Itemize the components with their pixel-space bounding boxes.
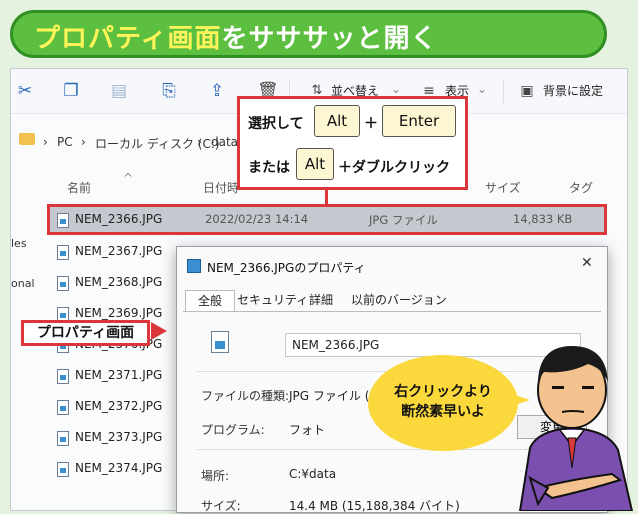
image-file-icon — [57, 369, 69, 384]
image-file-icon — [57, 276, 69, 291]
table-row[interactable]: NEM_2366.JPG 2022/02/23 14:14 JPG ファイル 1… — [47, 204, 607, 235]
banner-highlight: プロパティ画面 — [34, 24, 222, 54]
shortcut-hint-callout: 選択して Alt ＋ Enter または Alt ＋ダブルクリック — [237, 96, 468, 190]
chevron-down-icon: ⌄ — [391, 82, 402, 96]
column-header-tag[interactable]: タグ — [569, 179, 593, 196]
file-size: 14,833 KB — [513, 212, 573, 226]
cut-icon[interactable]: ✂ — [15, 81, 35, 101]
file-type: JPG ファイル — [369, 213, 438, 227]
column-header-name[interactable]: 名前 — [67, 179, 91, 196]
bubble-line: 断然素早いよ — [401, 404, 485, 420]
file-name: NEM_2369.JPG — [75, 306, 163, 320]
file-name: NEM_2367.JPG — [75, 244, 163, 258]
dialog-title: NEM_2366.JPGのプロパティ — [207, 261, 366, 275]
tab-details[interactable]: 詳細 — [305, 290, 337, 310]
speech-bubble-text: 右クリックより 断然素早いよ — [376, 382, 510, 422]
bubble-line: 右クリックより — [394, 384, 492, 400]
breadcrumb-folder[interactable]: data — [211, 135, 238, 149]
callout-connector — [325, 190, 328, 204]
program-value: フォト — [289, 423, 326, 437]
paste-icon[interactable]: ▤ — [109, 81, 129, 101]
file-name: NEM_2373.JPG — [75, 430, 163, 444]
enter-key: Enter — [382, 105, 456, 137]
nav-pane-fragment[interactable]: onal — [11, 277, 35, 290]
tab-divider — [183, 311, 601, 312]
filename-value: NEM_2366.JPG — [292, 338, 380, 352]
size-value: 14.4 MB (15,188,384 バイト) — [289, 499, 460, 513]
close-icon[interactable]: ✕ — [581, 255, 593, 271]
size-label: サイズ: — [201, 499, 241, 513]
nav-pane-fragment[interactable]: les — [11, 237, 27, 250]
breadcrumb-separator: › — [197, 135, 202, 149]
hint-select-text: 選択して — [248, 116, 304, 132]
background-icon[interactable]: ▣ — [517, 81, 537, 101]
file-name: NEM_2368.JPG — [75, 275, 163, 289]
file-name: NEM_2372.JPG — [75, 399, 163, 413]
image-file-icon — [57, 213, 69, 228]
sort-chevron-icon: ^ — [123, 171, 134, 185]
file-type-label: ファイルの種類: — [201, 389, 290, 403]
location-value: C:¥data — [289, 467, 337, 481]
alt-key: Alt — [314, 105, 360, 137]
tab-previous-versions[interactable]: 以前のバージョン — [351, 290, 447, 310]
banner-title: プロパティ画面をサササッと開く — [34, 18, 437, 55]
tab-security[interactable]: セキュリティ — [237, 290, 308, 310]
properties-screen-label: プロパティ画面 — [21, 320, 150, 346]
column-header-date[interactable]: 日付時 — [203, 179, 239, 196]
image-file-icon — [211, 331, 229, 353]
rename-icon[interactable]: ⎘ — [159, 81, 179, 101]
folder-icon — [19, 133, 35, 145]
presenter-illustration — [518, 346, 634, 511]
hint-or-text: または — [248, 160, 290, 176]
image-file-icon — [187, 259, 201, 273]
file-name: NEM_2374.JPG — [75, 461, 163, 475]
tab-general[interactable]: 全般 — [185, 290, 235, 311]
copy-icon[interactable]: ❐ — [61, 81, 81, 101]
file-name: NEM_2366.JPG — [75, 212, 163, 226]
plus-sign: ＋ — [364, 116, 378, 132]
breadcrumb-separator: › — [81, 135, 86, 149]
image-file-icon — [57, 245, 69, 260]
image-file-icon — [57, 462, 69, 477]
alt-key: Alt — [296, 148, 334, 180]
banner-rest: をサササッと開く — [221, 24, 438, 54]
program-label: プログラム: — [201, 423, 265, 437]
location-label: 場所: — [201, 469, 230, 483]
toolbar-divider — [503, 79, 504, 103]
breadcrumb-separator: › — [43, 135, 48, 149]
file-date: 2022/02/23 14:14 — [205, 212, 309, 226]
set-background-button[interactable]: 背景に設定 — [543, 82, 603, 99]
share-icon[interactable]: ⇪ — [207, 81, 227, 101]
file-name: NEM_2371.JPG — [75, 368, 163, 382]
chevron-down-icon: ⌄ — [477, 82, 488, 96]
arrow-right-icon — [151, 322, 167, 340]
column-header-size[interactable]: サイズ — [485, 179, 521, 196]
image-file-icon — [57, 400, 69, 415]
image-file-icon — [57, 431, 69, 446]
hint-double-click-text: ＋ダブルクリック — [338, 160, 450, 176]
breadcrumb-pc[interactable]: PC — [57, 135, 73, 149]
